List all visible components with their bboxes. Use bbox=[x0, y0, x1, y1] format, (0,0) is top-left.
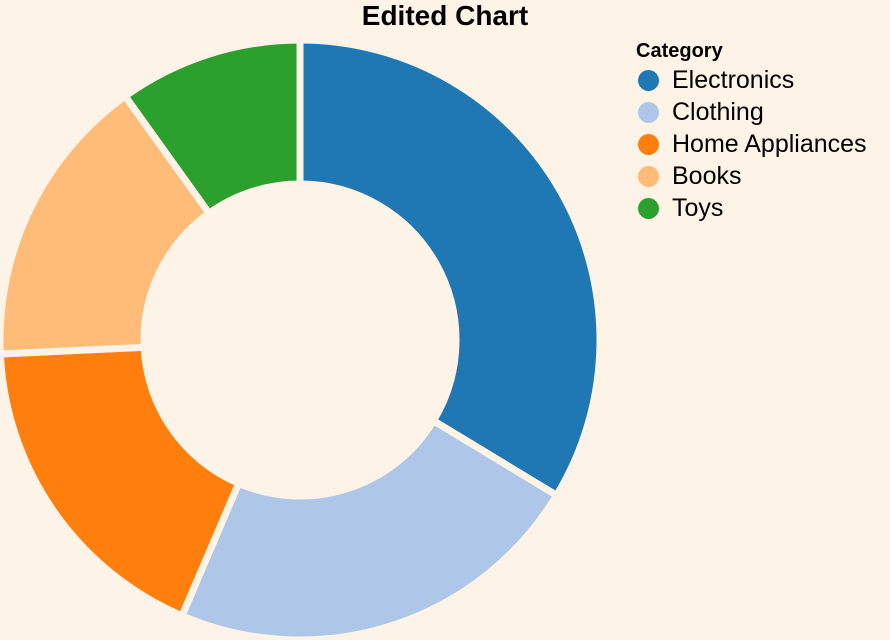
legend-label: Toys bbox=[672, 193, 724, 222]
legend-swatch bbox=[638, 133, 659, 155]
legend-item: Toys bbox=[636, 192, 867, 224]
legend-swatch bbox=[638, 197, 659, 219]
legend-item: Home Appliances bbox=[636, 128, 867, 160]
legend-swatch bbox=[638, 69, 659, 91]
donut-slices bbox=[0, 36, 604, 640]
legend-label: Electronics bbox=[672, 65, 795, 94]
legend-title: Category bbox=[636, 40, 723, 62]
legend-items: Electronics Clothing Home Appliances Books T… bbox=[636, 64, 867, 224]
legend-label: Books bbox=[672, 161, 742, 190]
legend-item: Electronics bbox=[636, 64, 867, 96]
donut-slice-home-appliances bbox=[0, 343, 243, 620]
legend-swatch bbox=[638, 101, 659, 123]
legend-label: Home Appliances bbox=[672, 129, 867, 158]
legend-item: Books bbox=[636, 160, 867, 192]
legend-label: Clothing bbox=[672, 97, 764, 126]
legend-item: Clothing bbox=[636, 96, 867, 128]
chart: Edited Chart Category Electronics Clothin… bbox=[0, 0, 890, 640]
legend: Category Electronics Clothing Home Applian… bbox=[636, 38, 867, 224]
legend-swatch bbox=[638, 165, 659, 187]
